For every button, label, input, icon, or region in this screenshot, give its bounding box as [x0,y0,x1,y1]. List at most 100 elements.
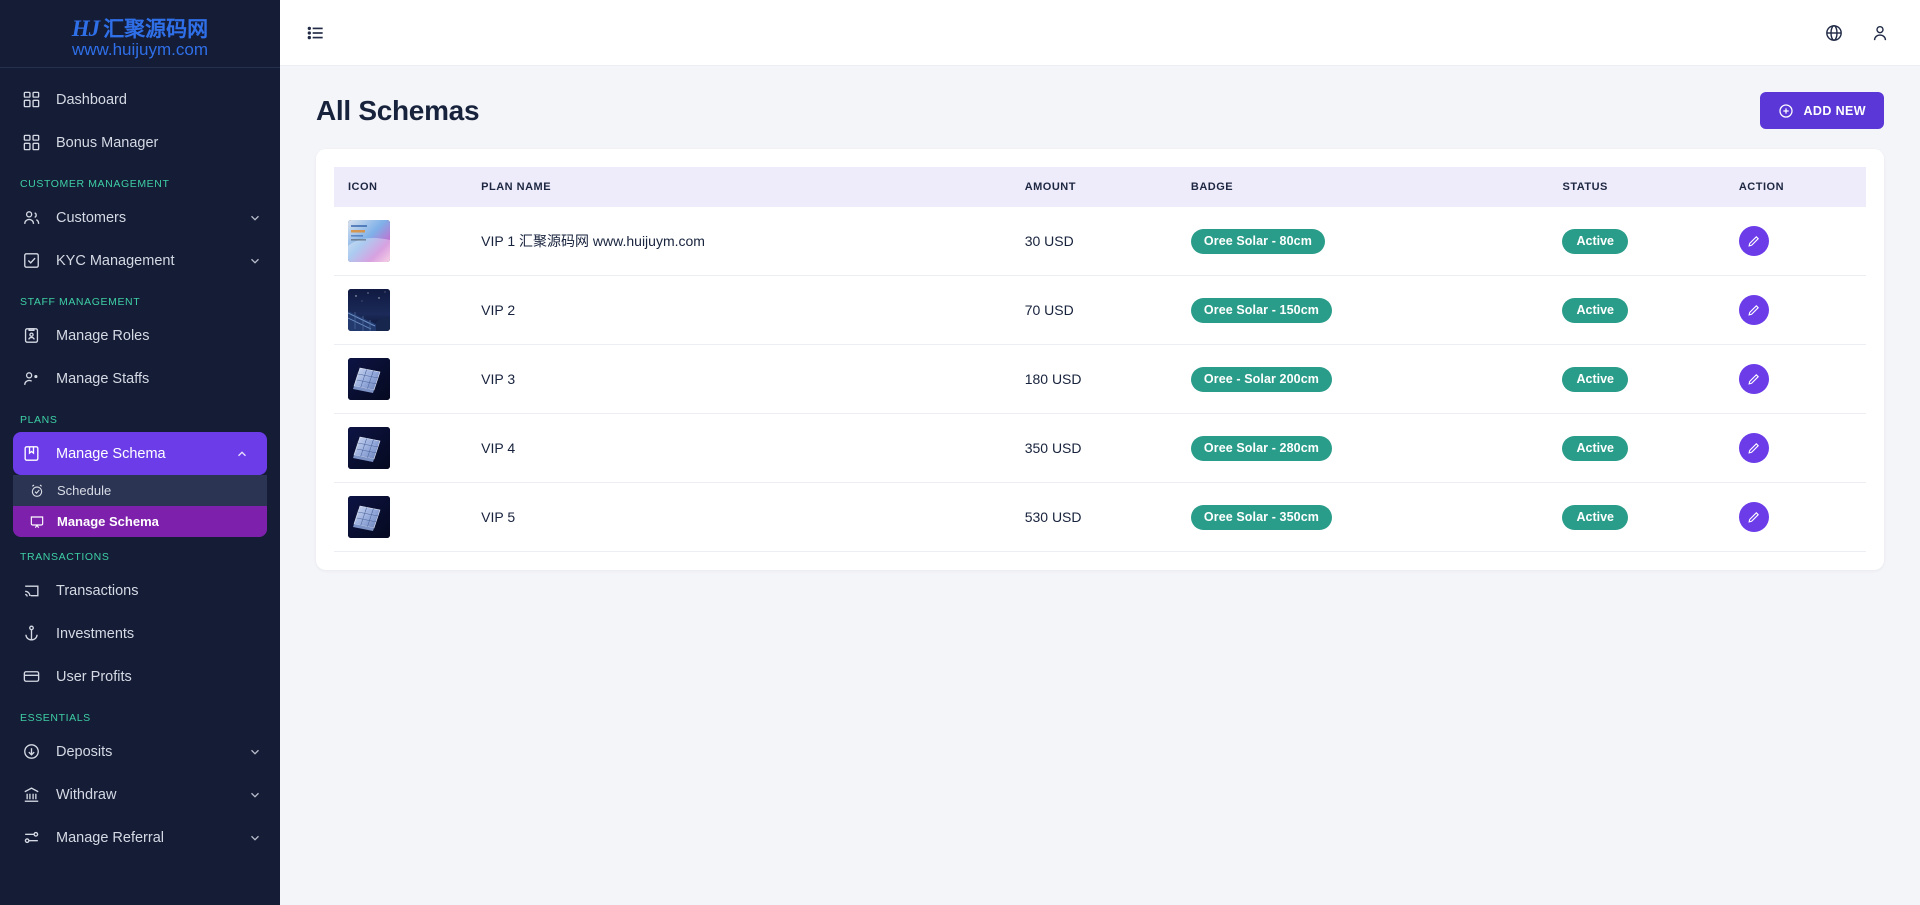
cell-action [1728,275,1866,345]
sidebar-item-label: Manage Schema [56,445,166,462]
sidebar-item-label: User Profits [56,668,132,685]
sidebar-item-withdraw[interactable]: Withdraw [0,773,280,816]
sidebar-subitem-manage-schema[interactable]: Manage Schema [13,506,267,537]
anchor-icon [20,623,42,645]
cell-badge: Oree - Solar 200cm [1180,344,1553,414]
cast-icon [20,580,42,602]
sidebar-item-manage-roles[interactable]: Manage Roles [0,314,280,357]
arrow-down-circle-icon [20,741,42,763]
sidebar-item-bonus-manager[interactable]: Bonus Manager [0,121,280,164]
id-card-icon [20,325,42,347]
user-cog-icon [20,368,42,390]
column-header-action: ACTION [1738,181,1785,193]
sidebar-section-transactions: TRANSACTIONS [20,551,110,563]
brand-logo[interactable]: HJ 汇聚源码网 www.huijuym.com [0,0,280,68]
credit-card-icon [20,666,42,688]
sidebar-subitem-schedule[interactable]: Schedule [13,475,267,506]
add-new-label: ADD NEW [1803,103,1866,118]
cell-status: Active [1552,275,1729,345]
cell-status: Active [1552,344,1729,414]
sidebar-item-label: Customers [56,209,127,226]
app-root: HJ 汇聚源码网 www.huijuym.com Dashboard Bonus… [0,0,1920,905]
cell-icon [334,207,472,276]
sliders-icon [20,827,42,849]
list-icon[interactable] [306,23,326,43]
cell-badge: Oree Solar - 280cm [1180,413,1553,483]
status-badge: Active [1562,297,1629,323]
status-badge: Active [1562,435,1629,461]
presentation-icon [27,512,47,532]
plan-thumbnail-solar-panel [348,358,390,400]
sidebar-item-transactions[interactable]: Transactions [0,569,280,612]
sidebar-submenu-plans: Schedule Manage Schema [13,475,267,537]
edit-button[interactable] [1738,502,1769,532]
edit-button[interactable] [1738,226,1769,256]
cell-amount: 530 USD [1014,482,1181,552]
badge-pill: Oree Solar - 150cm [1190,297,1332,323]
globe-icon[interactable] [1824,23,1844,43]
badge-pill: Oree - Solar 200cm [1190,366,1332,392]
badge-pill: Oree Solar - 80cm [1190,228,1325,254]
sidebar-item-manage-referral[interactable]: Manage Referral [0,816,280,859]
page-header: All Schemas ADD NEW [316,92,1884,129]
cell-plan-name: VIP 4 [471,413,1015,483]
sidebar-item-manage-staffs[interactable]: Manage Staffs [0,357,280,400]
cell-plan-name: VIP 3 [471,344,1015,414]
sidebar-item-user-profits[interactable]: User Profits [0,655,280,698]
sidebar-item-customers[interactable]: Customers [0,196,280,239]
bookmark-box-icon [20,443,42,465]
cell-amount: 30 USD [1014,207,1181,276]
status-badge: Active [1562,228,1629,254]
sidebar-item-investments[interactable]: Investments [0,612,280,655]
table-row: VIP 5 530 USD Oree Solar - 350cm Active [334,482,1866,552]
schemas-card: ICON PLAN NAME AMOUNT BADGE STATUS ACTIO… [316,149,1884,570]
badge-pill: Oree Solar - 350cm [1190,504,1332,530]
chevron-down-icon [251,792,259,798]
sidebar-subitem-label: Schedule [57,483,112,498]
cell-plan-name: VIP 1 汇聚源码网 www.huijuym.com [471,207,1015,276]
grid-icon [20,132,42,154]
column-header-amount: AMOUNT [1024,181,1076,193]
cell-icon [334,413,472,483]
chevron-down-icon [251,835,259,841]
add-new-button[interactable]: ADD NEW [1760,92,1884,129]
sidebar-item-deposits[interactable]: Deposits [0,730,280,773]
edit-button[interactable] [1738,433,1769,463]
edit-pencil-icon [1748,511,1760,523]
sidebar-item-label: Bonus Manager [56,134,159,151]
table-row: VIP 2 70 USD Oree Solar - 150cm Active [334,275,1866,345]
grid-icon [20,89,42,111]
column-header-badge: BADGE [1190,181,1234,193]
column-header-plan-name: PLAN NAME [481,181,552,193]
topbar-actions [1824,23,1890,43]
edit-pencil-icon [1748,442,1760,454]
edit-button[interactable] [1738,364,1769,394]
sidebar-item-kyc-management[interactable]: KYC Management [0,239,280,282]
sidebar-item-label: Dashboard [56,91,127,108]
badge-pill: Oree Solar - 280cm [1190,435,1332,461]
sidebar-section-customer-management: CUSTOMER MANAGEMENT [20,178,170,190]
table-body: VIP 1 汇聚源码网 www.huijuym.com 30 USD Oree So… [334,207,1866,552]
table-row: VIP 3 180 USD Oree - Solar 200cm Active [334,344,1866,414]
brand-url: www.huijuym.com [71,39,209,59]
brand-chinese-name: 汇聚源码网 [103,17,209,41]
users-icon [20,207,42,229]
edit-button[interactable] [1738,295,1769,325]
sidebar-item-label: Manage Staffs [56,370,150,387]
plan-thumbnail-solar-night [348,289,390,331]
bank-icon [20,784,42,806]
user-icon[interactable] [1870,23,1890,43]
sidebar-item-dashboard[interactable]: Dashboard [0,78,280,121]
cell-status: Active [1552,482,1729,552]
sidebar-item-label: Transactions [56,582,139,599]
chevron-up-icon [238,450,246,456]
cell-badge: Oree Solar - 350cm [1180,482,1553,552]
sidebar-section-staff-management: STAFF MANAGEMENT [20,296,141,308]
sidebar-item-label: Manage Roles [56,327,150,344]
edit-pencil-icon [1748,373,1760,385]
cell-amount: 180 USD [1014,344,1181,414]
page-title: All Schemas [316,94,480,126]
sidebar-item-manage-schema[interactable]: Manage Schema [13,432,267,475]
brand-row: HJ 汇聚源码网 [72,13,208,43]
cell-action [1728,482,1866,552]
